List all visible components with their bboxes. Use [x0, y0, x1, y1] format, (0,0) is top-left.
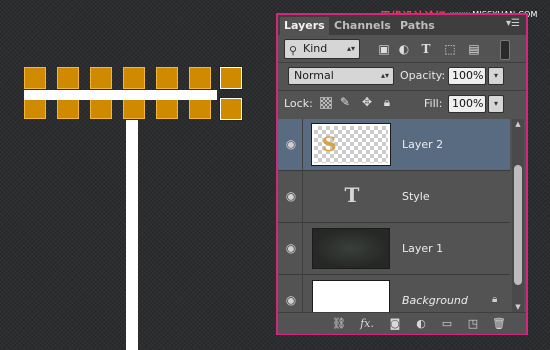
eye-icon[interactable]: ◉: [282, 187, 300, 205]
scroll-down-arrow-icon[interactable]: ▼: [512, 302, 524, 312]
filter-kind-select[interactable]: ⚲ Kind ▴▾: [284, 39, 360, 59]
pixel-layer-filter-icon[interactable]: ▣: [376, 41, 392, 57]
divider: [278, 62, 526, 63]
divider: [278, 90, 526, 91]
blend-row: Normal ▴▾ Opacity: 100% ▾: [282, 66, 522, 88]
tab-channels[interactable]: Channels: [330, 17, 395, 35]
selected-square[interactable]: [219, 97, 243, 121]
eye-icon[interactable]: ◉: [282, 239, 300, 257]
eye-icon[interactable]: ◉: [282, 135, 300, 153]
filter-row: ⚲ Kind ▴▾ ▣ ◐ T ⬚ ▤: [282, 39, 522, 61]
layer-row-background[interactable]: ◉ Background 🔒︎: [278, 275, 510, 312]
artwork-square: [189, 97, 211, 119]
artwork-square: [90, 67, 112, 89]
lock-transparent-pixels-icon[interactable]: [320, 97, 332, 109]
lock-label: Lock:: [284, 97, 313, 110]
opacity-dropdown-button[interactable]: ▾: [488, 67, 504, 85]
fill-field[interactable]: 100%: [448, 95, 486, 113]
lock-all-icon[interactable]: 🔒︎: [380, 94, 394, 110]
layers-list: ◉ S Layer 2 ◉ T Style ◉ Layer 1 ◉ Backgr…: [278, 119, 510, 312]
divider: [302, 119, 303, 171]
artwork-square: [156, 97, 178, 119]
lock-image-pixels-icon[interactable]: ✎: [338, 94, 352, 110]
new-group-icon[interactable]: ▭: [438, 316, 456, 332]
artwork-square: [57, 67, 79, 89]
layer-row-style[interactable]: ◉ T Style: [278, 171, 510, 223]
tab-paths[interactable]: Paths: [396, 17, 439, 35]
layers-scrollbar[interactable]: ▲ ▼: [512, 119, 524, 312]
thumbnail-glyph: S: [322, 132, 337, 156]
opacity-field[interactable]: 100%: [448, 67, 486, 85]
artwork-horizontal-bar: [24, 90, 217, 100]
lock-row: Lock: ✎ ✥ 🔒︎ Fill: 100% ▾: [282, 94, 522, 116]
eye-icon[interactable]: ◉: [282, 291, 300, 309]
smart-object-filter-icon[interactable]: ▤: [466, 41, 482, 57]
panel-footer: ⛓ fx. ◙ ◐ ▭ ◳ 🗑︎: [278, 312, 526, 334]
opacity-label: Opacity:: [400, 69, 446, 82]
selected-square[interactable]: [219, 66, 243, 90]
adjustment-layer-icon[interactable]: ◐: [412, 316, 430, 332]
type-layer-icon: T: [344, 183, 360, 207]
artwork-vertical-bar: [126, 120, 138, 350]
adjustment-layer-filter-icon[interactable]: ◐: [396, 41, 412, 57]
layer-row-layer-1[interactable]: ◉ Layer 1: [278, 223, 510, 275]
add-mask-icon[interactable]: ◙: [386, 316, 404, 332]
search-icon: ⚲: [289, 44, 298, 57]
artwork-square: [189, 67, 211, 89]
artwork-square: [57, 97, 79, 119]
filter-kind-label: Kind: [303, 42, 328, 55]
blend-mode-select[interactable]: Normal ▴▾: [288, 67, 394, 85]
fill-dropdown-button[interactable]: ▾: [488, 95, 504, 113]
divider: [302, 223, 303, 275]
scroll-up-arrow-icon[interactable]: ▲: [512, 119, 524, 129]
panel-tabs: Layers Channels Paths ▾☰: [278, 15, 526, 35]
layer-thumbnail: [312, 280, 390, 312]
artwork-square: [123, 67, 145, 89]
panel-menu-icon[interactable]: ▾☰: [506, 18, 520, 30]
fill-label: Fill:: [424, 97, 443, 110]
artwork-square: [90, 97, 112, 119]
artwork-square: [123, 97, 145, 119]
chevron-updown-icon: ▴▾: [380, 71, 389, 80]
layer-name[interactable]: Style: [402, 190, 430, 203]
new-layer-icon[interactable]: ◳: [464, 316, 482, 332]
link-layers-icon[interactable]: ⛓: [330, 316, 348, 332]
chevron-updown-icon: ▴▾: [346, 44, 355, 53]
divider: [302, 275, 303, 312]
artwork-square: [156, 67, 178, 89]
layer-name[interactable]: Background: [402, 294, 468, 307]
scrollbar-thumb[interactable]: [514, 165, 522, 285]
blend-mode-value: Normal: [294, 69, 334, 82]
layer-name[interactable]: Layer 1: [402, 242, 443, 255]
delete-layer-icon[interactable]: 🗑︎: [490, 316, 508, 332]
fx-icon[interactable]: fx.: [358, 316, 376, 332]
lock-position-icon[interactable]: ✥: [360, 94, 374, 110]
shape-layer-filter-icon[interactable]: ⬚: [442, 41, 458, 57]
filter-toggle-switch[interactable]: [500, 40, 510, 60]
artwork-square: [24, 67, 46, 89]
layer-row-layer-2[interactable]: ◉ S Layer 2: [278, 119, 510, 171]
layer-thumbnail: [312, 228, 390, 269]
lock-icon: 🔒︎: [492, 294, 498, 305]
tab-layers[interactable]: Layers: [280, 17, 329, 35]
artwork-square: [24, 97, 46, 119]
layers-panel: Layers Channels Paths ▾☰ ⚲ Kind ▴▾ ▣ ◐ T…: [276, 13, 528, 335]
layer-name[interactable]: Layer 2: [402, 138, 443, 151]
divider: [302, 171, 303, 223]
layer-thumbnail: S: [311, 123, 391, 166]
type-layer-filter-icon[interactable]: T: [418, 41, 434, 57]
